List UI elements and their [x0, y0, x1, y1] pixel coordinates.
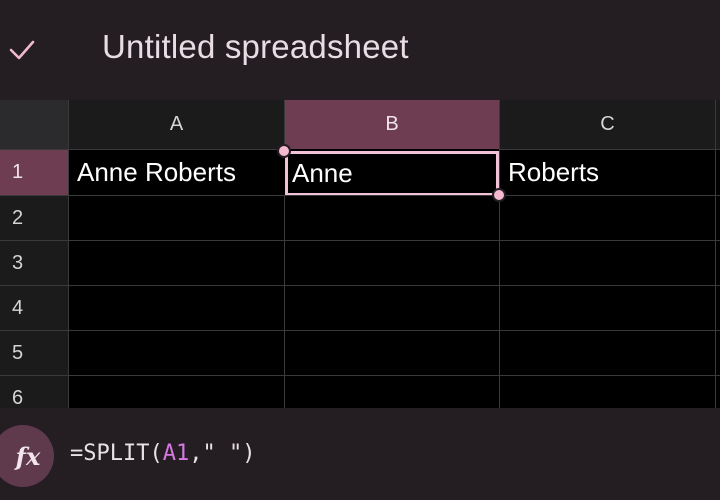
top-bar: Untitled spreadsheet [0, 0, 720, 100]
cell-a4[interactable] [68, 285, 284, 330]
fx-icon[interactable]: fx [0, 425, 54, 487]
cell-b4[interactable] [284, 285, 499, 330]
cell-c6[interactable] [499, 375, 715, 408]
column-header-b[interactable]: B [284, 100, 499, 149]
document-title[interactable]: Untitled spreadsheet [102, 28, 409, 66]
column-header-c[interactable]: C [499, 100, 715, 149]
cell-d3[interactable] [715, 240, 720, 285]
cell-b3[interactable] [284, 240, 499, 285]
cell-a6[interactable] [68, 375, 284, 408]
column-header-d[interactable] [715, 100, 720, 149]
spreadsheet-grid: A B C 1 2 3 4 5 6 Anne Roberts Anne Robe… [0, 100, 720, 408]
cell-b2[interactable] [284, 195, 499, 240]
cell-c2[interactable] [499, 195, 715, 240]
cell-a5[interactable] [68, 330, 284, 375]
cell-b6[interactable] [284, 375, 499, 408]
formula-input[interactable]: =SPLIT(A1," ") [70, 441, 255, 466]
row-header-5[interactable]: 5 [0, 330, 68, 375]
cell-d4[interactable] [715, 285, 720, 330]
row-header-3[interactable]: 3 [0, 240, 68, 285]
row-header-6[interactable]: 6 [0, 375, 68, 408]
cell-a3[interactable] [68, 240, 284, 285]
cell-a2[interactable] [68, 195, 284, 240]
column-header-a[interactable]: A [68, 100, 284, 149]
row-header-4[interactable]: 4 [0, 285, 68, 330]
cell-d1[interactable] [715, 149, 720, 195]
formula-prefix: =SPLIT( [70, 441, 163, 466]
cell-c1[interactable]: Roberts [499, 149, 715, 195]
done-button[interactable] [4, 30, 40, 70]
formula-bar: fx =SPLIT(A1," ") [0, 408, 720, 500]
cell-b5[interactable] [284, 330, 499, 375]
cell-c4[interactable] [499, 285, 715, 330]
cell-b1[interactable]: Anne [285, 151, 499, 196]
cell-c3[interactable] [499, 240, 715, 285]
cell-d2[interactable] [715, 195, 720, 240]
fx-label: fx [15, 441, 41, 471]
cell-a1[interactable]: Anne Roberts [68, 149, 284, 195]
cell-c5[interactable] [499, 330, 715, 375]
checkmark-icon [9, 40, 35, 60]
row-header-1[interactable]: 1 [0, 149, 68, 195]
formula-suffix: ," ") [189, 441, 256, 466]
cell-d5[interactable] [715, 330, 720, 375]
select-all-corner[interactable] [0, 100, 68, 149]
cell-d6[interactable] [715, 375, 720, 408]
selection-handle-bottom-right[interactable] [492, 188, 506, 202]
spreadsheet-app: Untitled spreadsheet A B C 1 2 3 4 5 6 A… [0, 0, 720, 500]
row-header-2[interactable]: 2 [0, 195, 68, 240]
formula-cell-reference: A1 [162, 441, 190, 466]
selection-handle-top-left[interactable] [277, 144, 291, 158]
